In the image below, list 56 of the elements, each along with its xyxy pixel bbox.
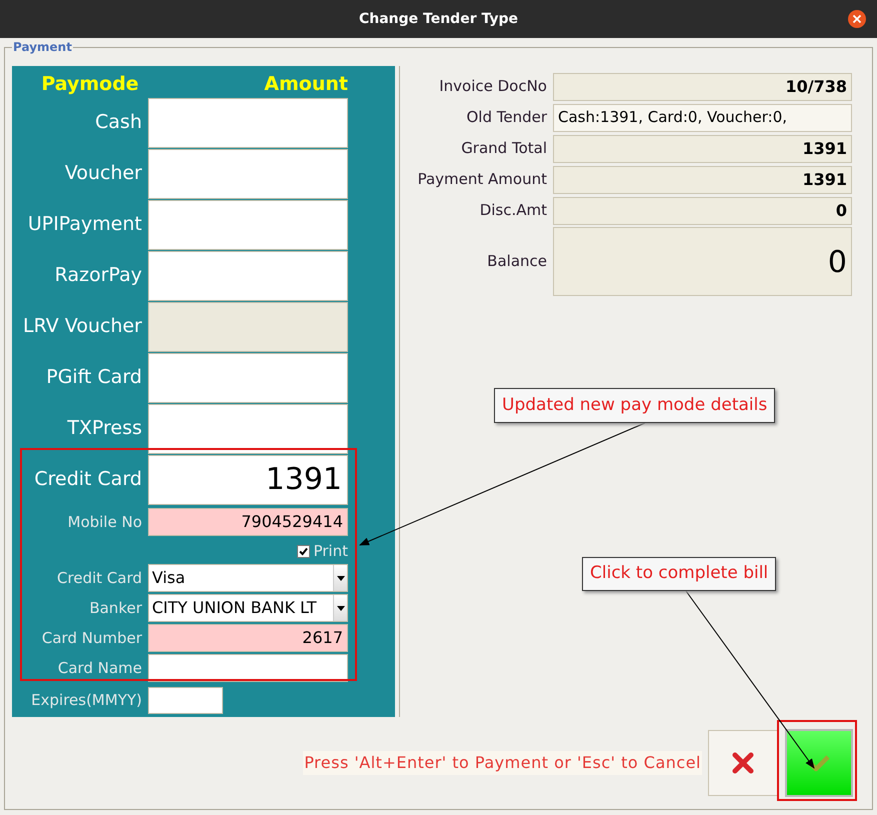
- input-field[interactable]: [148, 654, 348, 682]
- field-label: Invoice DocNo: [438, 76, 548, 98]
- paymode-label: TXPress: [66, 416, 143, 442]
- field-label: Balance: [486, 251, 548, 272]
- close-icon[interactable]: [848, 10, 866, 28]
- readonly-field: Cash:1391, Card:0, Voucher:0,: [553, 104, 852, 132]
- amount-field[interactable]: [148, 200, 348, 250]
- field-label: Banker: [88, 598, 143, 619]
- field-label: Card Number: [40, 628, 143, 649]
- checkbox[interactable]: [297, 544, 310, 558]
- dropdown[interactable]: Visa: [148, 564, 348, 592]
- paymode-label: RazorPay: [54, 263, 143, 288]
- dropdown-value: CITY UNION BANK LT: [151, 597, 318, 619]
- input-field[interactable]: 2617: [148, 624, 348, 652]
- field-label: Grand Total: [460, 138, 548, 160]
- readonly-field: 0: [553, 196, 852, 224]
- paymode-label: PGift Card: [45, 365, 143, 390]
- field-label: Card Name: [56, 658, 143, 679]
- caret-icon[interactable]: [333, 595, 347, 621]
- check-icon: [807, 753, 831, 773]
- paymode-label: Credit Card: [33, 467, 143, 492]
- window-title: Change Tender Type: [358, 10, 518, 28]
- caret-icon[interactable]: [333, 565, 347, 591]
- field-label: Old Tender: [465, 107, 548, 128]
- field-label: Expires(MMYY): [30, 690, 143, 711]
- field-label: Payment Amount: [416, 169, 548, 190]
- readonly-field: 10/738: [553, 72, 852, 100]
- input-field[interactable]: 7904529414: [148, 508, 348, 536]
- paymode-label: LRV Voucher: [22, 314, 143, 340]
- paymode-label: UPIPayment: [26, 212, 143, 238]
- shortcut-hint: Press 'Alt+Enter' to Payment or 'Esc' to Cancel: [303, 751, 702, 775]
- field-label: Disc.Amt: [478, 200, 548, 222]
- callout: Click to complete bill: [582, 557, 776, 591]
- amount-field[interactable]: 1391: [148, 454, 348, 504]
- column-header: Amount: [263, 72, 348, 97]
- amount-field[interactable]: [148, 98, 348, 148]
- readonly-field: 0: [553, 227, 852, 296]
- callout: Updated new pay mode details: [494, 388, 776, 423]
- readonly-field: 1391: [553, 166, 852, 194]
- input-field[interactable]: [148, 686, 223, 714]
- field-label: Credit Card: [56, 568, 143, 589]
- checkbox-label: Print: [313, 540, 348, 562]
- cancel-button[interactable]: [708, 730, 778, 796]
- column-header: Paymode: [40, 72, 140, 97]
- amount-field[interactable]: [148, 250, 348, 300]
- amount-field[interactable]: [148, 352, 348, 402]
- close-icon: [731, 751, 755, 775]
- readonly-field: 1391: [553, 134, 852, 162]
- amount-field[interactable]: [148, 404, 348, 454]
- paymode-label: Voucher: [64, 161, 143, 186]
- group-label: Payment: [12, 39, 73, 56]
- paymode-label: Cash: [94, 110, 143, 136]
- field-label: Mobile No: [66, 512, 143, 533]
- dropdown[interactable]: CITY UNION BANK LT: [148, 594, 348, 622]
- dropdown-value: Visa: [151, 567, 186, 589]
- amount-field[interactable]: [148, 148, 348, 198]
